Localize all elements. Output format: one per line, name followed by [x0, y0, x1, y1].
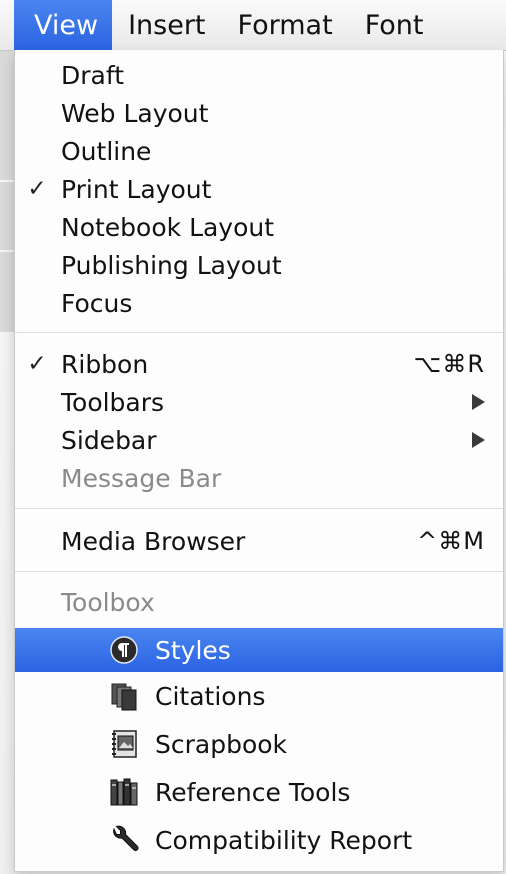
- submenu-arrow-icon: [472, 394, 485, 410]
- menu-item-label: Draft: [61, 60, 125, 90]
- menu-insert[interactable]: Insert: [112, 0, 221, 50]
- toolbox-header: Toolbox: [15, 584, 503, 620]
- menu-item-toolbars[interactable]: Toolbars: [15, 384, 503, 420]
- menu-item-styles[interactable]: Styles: [15, 628, 503, 672]
- checkmark-icon: ✓: [27, 351, 47, 377]
- menu-item-draft[interactable]: Draft: [15, 57, 503, 93]
- menu-item-media-browser[interactable]: Media Browser ^⌘M: [15, 523, 503, 559]
- menu-item-label: Toolbars: [61, 387, 165, 417]
- menu-item-outline[interactable]: Outline: [15, 133, 503, 169]
- view-dropdown-menu: Draft Web Layout Outline ✓ Print Layout …: [14, 50, 504, 872]
- menu-item-message-bar: Message Bar: [15, 460, 503, 496]
- wrench-icon: [113, 825, 139, 851]
- menu-item-label: Publishing Layout: [61, 250, 282, 280]
- section-header-label: Toolbox: [61, 587, 155, 617]
- menu-separator: [15, 571, 503, 572]
- menu-item-label: Outline: [61, 136, 152, 166]
- keyboard-shortcut: ⌥⌘R: [413, 350, 485, 378]
- menu-item-compatibility-report[interactable]: Compatibility Report: [15, 819, 503, 861]
- menu-bar: View Insert Format Font: [0, 0, 506, 51]
- menu-separator: [15, 508, 503, 509]
- menu-item-label: Scrapbook: [155, 729, 288, 759]
- menu-item-reference-tools[interactable]: Reference Tools: [15, 771, 503, 813]
- menu-item-label: Ribbon: [61, 349, 149, 379]
- menu-item-label: Reference Tools: [155, 777, 351, 807]
- menu-item-focus[interactable]: Focus: [15, 285, 503, 321]
- menu-item-label: Print Layout: [61, 174, 212, 204]
- menu-item-publishing-layout[interactable]: Publishing Layout: [15, 247, 503, 283]
- menu-format[interactable]: Format: [222, 0, 349, 50]
- menu-item-print-layout[interactable]: ✓ Print Layout: [15, 171, 503, 207]
- menu-item-scrapbook[interactable]: Scrapbook: [15, 723, 503, 765]
- citations-icon: [111, 683, 137, 711]
- menu-item-label: Citations: [155, 681, 266, 711]
- submenu-arrow-icon: [472, 432, 485, 448]
- checkmark-icon: ✓: [27, 176, 47, 202]
- menu-item-label: Message Bar: [61, 463, 222, 493]
- menu-item-citations[interactable]: Citations: [15, 675, 503, 717]
- menu-view[interactable]: View: [14, 0, 113, 50]
- menu-item-ribbon[interactable]: ✓ Ribbon ⌥⌘R: [15, 346, 503, 382]
- menu-item-label: Notebook Layout: [61, 212, 275, 242]
- menu-item-label: Web Layout: [61, 98, 209, 128]
- menu-item-label: Styles: [155, 635, 231, 665]
- styles-icon: [110, 636, 138, 664]
- menu-item-label: Media Browser: [61, 526, 246, 556]
- menu-item-label: Sidebar: [61, 425, 157, 455]
- menu-item-notebook-layout[interactable]: Notebook Layout: [15, 209, 503, 245]
- menu-item-sidebar[interactable]: Sidebar: [15, 422, 503, 458]
- menu-item-web-layout[interactable]: Web Layout: [15, 95, 503, 131]
- menu-item-label: Focus: [61, 288, 133, 318]
- reference-tools-icon: [110, 778, 138, 806]
- keyboard-shortcut: ^⌘M: [417, 527, 485, 555]
- scrapbook-icon: [112, 730, 137, 758]
- menu-item-label: Compatibility Report: [155, 825, 413, 855]
- menu-separator: [15, 332, 503, 333]
- menu-font[interactable]: Font: [349, 0, 440, 50]
